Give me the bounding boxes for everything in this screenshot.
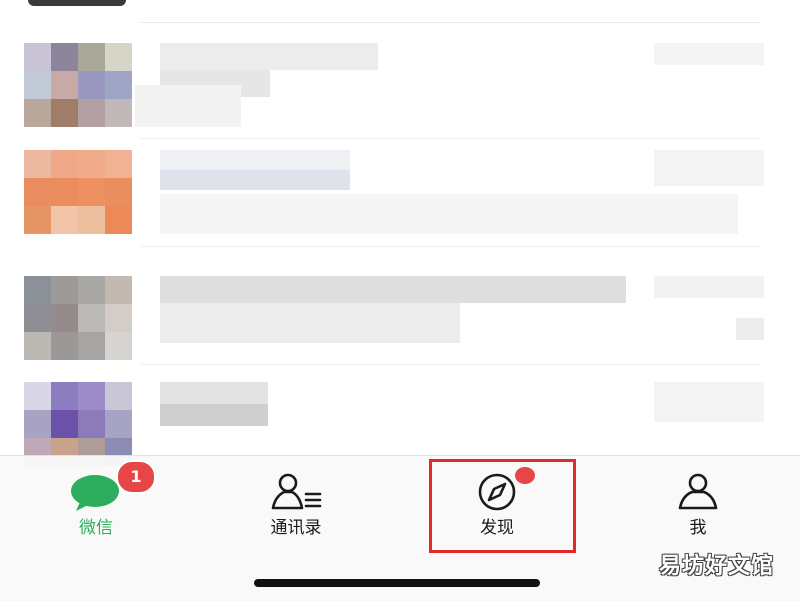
chat-time-pixelated	[654, 382, 764, 422]
chat-name-pixelated	[160, 170, 350, 190]
unread-badge: 1	[116, 460, 156, 494]
avatar	[24, 276, 132, 360]
chat-list-item[interactable]	[0, 43, 800, 153]
chat-time-pixelated	[654, 150, 764, 186]
contacts-icon	[271, 473, 322, 510]
chat-list-item[interactable]	[0, 276, 800, 386]
row-divider	[140, 138, 760, 139]
chat-time-pixelated	[654, 276, 764, 298]
tab-label: 我	[689, 518, 707, 538]
tab-contacts[interactable]: 通讯录	[236, 468, 356, 548]
watermark: 易坊好文馆	[658, 554, 774, 579]
chat-list	[0, 0, 800, 470]
annotation-highlight-box	[429, 459, 576, 553]
chat-name-pixelated	[160, 404, 268, 426]
avatar	[24, 382, 132, 466]
chat-preview-pixelated	[160, 194, 738, 234]
chat-bubble-icon	[71, 475, 119, 511]
row-divider	[140, 246, 760, 247]
chat-preview-pixelated	[135, 85, 241, 127]
tab-me[interactable]: 我	[638, 468, 758, 548]
chat-preview-pixelated	[160, 303, 460, 343]
chat-list-item[interactable]	[0, 150, 800, 260]
home-indicator[interactable]	[254, 579, 540, 587]
tab-label: 微信	[79, 518, 113, 538]
chat-name-pixelated	[160, 382, 268, 404]
chat-time-pixelated	[654, 43, 764, 65]
chat-status-pixelated	[736, 318, 764, 340]
avatar	[24, 43, 132, 127]
chat-name-pixelated	[160, 43, 378, 70]
chat-name-pixelated	[160, 276, 626, 303]
person-icon	[678, 473, 718, 510]
row-divider	[140, 364, 760, 365]
tab-label: 通讯录	[270, 518, 322, 538]
avatar	[24, 150, 132, 234]
chat-name-pixelated	[160, 150, 350, 170]
